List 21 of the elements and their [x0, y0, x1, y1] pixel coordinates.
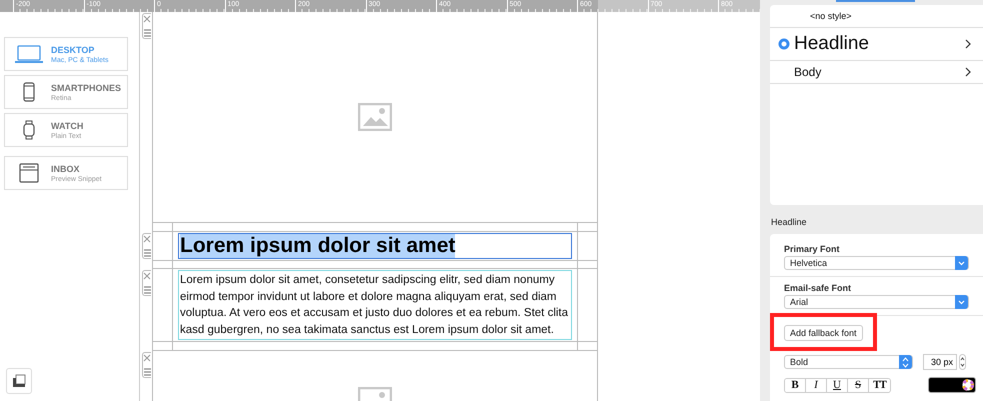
- primary-font-select[interactable]: Helvetica: [784, 256, 969, 270]
- add-fallback-font-button[interactable]: Add fallback font: [784, 325, 863, 341]
- device-title: DESKTOP: [51, 44, 96, 54]
- email-safe-font-label: Email-safe Font: [784, 283, 852, 293]
- style-label: <no style>: [809, 11, 853, 21]
- device-title: INBOX: [51, 164, 81, 174]
- style-item[interactable]: <no style>: [770, 5, 983, 28]
- email-safe-font-select[interactable]: Arial: [784, 295, 969, 309]
- primary-font-label: Primary Font: [784, 244, 841, 254]
- device-title: SMARTPHONES: [51, 82, 122, 92]
- font-weight-select[interactable]: Bold: [784, 355, 913, 369]
- style-item[interactable]: Headline: [770, 28, 983, 61]
- headline-field[interactable]: Lorem ipsum dolor sit amet: [178, 232, 572, 259]
- body-text-block[interactable]: Lorem ipsum dolor sit amet, consetetur sadipscing elitr, sed diam nonumy eirmod tempor invidunt ut labore et dolore magna aliquyam erat, sed diam voluptua. At vero eos et accusam et justo duo dolores et ea rebum. Stet clita kasd gubergren, no sea takimata sanctus est Lorem ipsum dolor sit amet.: [178, 270, 572, 340]
- style-label: Headline: [794, 33, 870, 55]
- style-label: Body: [794, 65, 822, 79]
- font-size-field[interactable]: 30 px: [923, 354, 957, 370]
- style-item[interactable]: Body: [770, 61, 983, 84]
- device-title: WATCH: [51, 120, 84, 130]
- format-button[interactable]: B: [785, 378, 806, 392]
- section-title: Headline: [770, 216, 808, 229]
